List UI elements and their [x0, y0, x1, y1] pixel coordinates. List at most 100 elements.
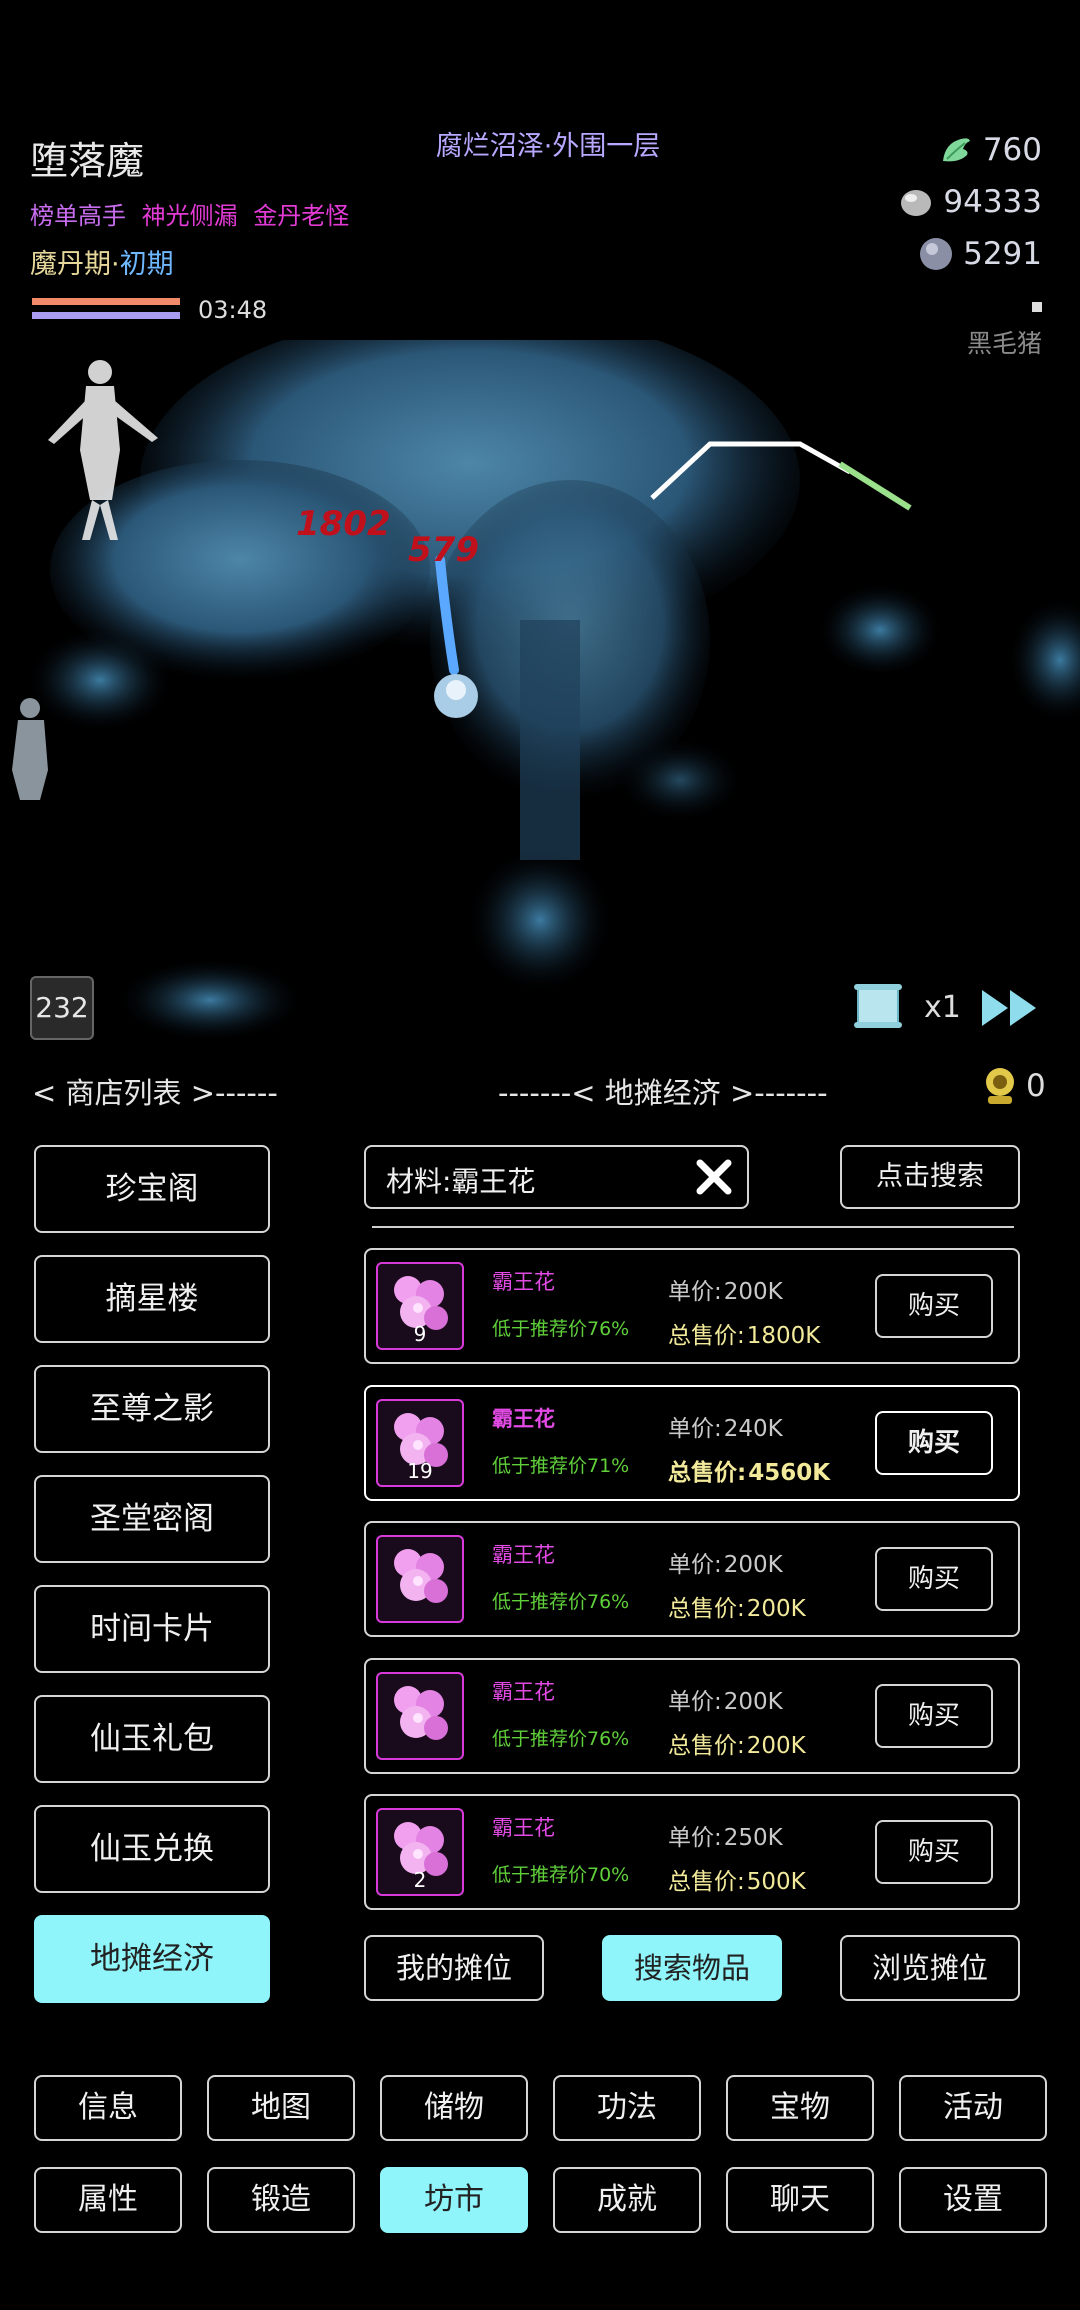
shop-zhizunzhiying[interactable]: 至尊之影 — [34, 1365, 270, 1453]
nav-market[interactable]: 坊市 — [380, 2167, 528, 2233]
shop-list-header: < 商店列表 >------ — [32, 1076, 278, 1110]
item-discount: 低于推荐价71% — [492, 1455, 630, 1477]
item-discount: 低于推荐价76% — [492, 1318, 630, 1340]
buy-button[interactable]: 购买 — [875, 1547, 993, 1611]
search-value[interactable]: 材料:霸王花 — [386, 1160, 535, 1200]
item-name: 霸王花 — [492, 1816, 555, 1840]
total-price-value: 200K — [746, 1596, 806, 1622]
nav-skills[interactable]: 功法 — [553, 2075, 701, 2141]
unit-price: 单价:200K — [668, 1545, 783, 1579]
buy-button[interactable]: 购买 — [875, 1820, 993, 1884]
battlefield[interactable]: 1802 579 — [0, 340, 1080, 1040]
bush — [1010, 600, 1080, 720]
unit-price: 单价:240K — [668, 1409, 783, 1443]
nav-info[interactable]: 信息 — [34, 2075, 182, 2141]
total-price: 总售价:200K — [668, 1726, 806, 1760]
tab-my-stall[interactable]: 我的摊位 — [364, 1935, 544, 2001]
stage-badge[interactable]: 232 — [30, 976, 94, 1040]
speed-multiplier[interactable]: x1 — [924, 990, 961, 1025]
nav-treasure[interactable]: 宝物 — [726, 2075, 874, 2141]
unit-price-value: 200K — [723, 1689, 783, 1715]
total-price-label: 总售价: — [668, 1460, 747, 1486]
swamp-scene — [12, 340, 1080, 1040]
nav-storage[interactable]: 储物 — [380, 2075, 528, 2141]
damage-number: 579 — [408, 530, 479, 570]
item-quantity: 2 — [413, 1868, 427, 1892]
fast-forward-icon[interactable] — [978, 986, 1042, 1030]
listing-row: 霸王花 低于推荐价76% 单价:200K 总售价:200K 购买 — [364, 1658, 1020, 1774]
unit-price-value: 200K — [723, 1552, 783, 1578]
total-price: 总售价:4560K — [668, 1453, 830, 1487]
shop-jade-exchange[interactable]: 仙玉兑换 — [34, 1805, 270, 1893]
total-price-label: 总售价: — [668, 1323, 745, 1349]
total-price-value: 4560K — [748, 1460, 831, 1486]
search-button[interactable]: 点击搜索 — [840, 1145, 1020, 1209]
total-price-label: 总售价: — [668, 1869, 745, 1895]
total-price: 总售价:1800K — [668, 1316, 820, 1350]
resource-value: 5291 — [963, 236, 1042, 272]
realm-separator: · — [111, 249, 120, 280]
unit-price-value: 250K — [723, 1825, 783, 1851]
unit-price-value: 240K — [723, 1416, 783, 1442]
unit-price-label: 单价: — [668, 1825, 722, 1851]
listing-row: 9 霸王花低于推荐价76% 单价:200K 总售价:1800K 购买 — [364, 1248, 1020, 1364]
item-quantity: 19 — [407, 1459, 433, 1483]
damage-number: 1802 — [296, 504, 391, 544]
flower-item-icon[interactable] — [376, 1535, 464, 1623]
unit-price-label: 单价: — [668, 1416, 722, 1442]
divider — [372, 1226, 1014, 1228]
unit-price: 单价:200K — [668, 1682, 783, 1716]
resource-value: 760 — [982, 132, 1042, 168]
buy-button[interactable]: 购买 — [875, 1684, 993, 1748]
shop-time-cards[interactable]: 时间卡片 — [34, 1585, 270, 1673]
listing-row: 2 霸王花低于推荐价70% 单价:250K 总售价:500K 购买 — [364, 1794, 1020, 1910]
resource-silver: 94333 — [899, 184, 1042, 220]
mp-bar — [32, 312, 180, 319]
item-discount: 低于推荐价70% — [492, 1864, 630, 1886]
total-price-value: 500K — [746, 1869, 806, 1895]
bush — [820, 585, 940, 675]
tree-trunk — [520, 620, 580, 860]
title-badge: 神光侧漏 — [141, 202, 238, 230]
nav-chat[interactable]: 聊天 — [726, 2167, 874, 2233]
shop-stall-economy[interactable]: 地摊经济 — [34, 1915, 270, 2003]
shop-zhenbaoge[interactable]: 珍宝阁 — [34, 1145, 270, 1233]
scroll-icon[interactable] — [852, 982, 904, 1030]
shop-jade-pack[interactable]: 仙玉礼包 — [34, 1695, 270, 1783]
unit-price-value: 200K — [723, 1279, 783, 1305]
realm-level: 初期 — [119, 249, 174, 280]
unit-price-label: 单价: — [668, 1552, 722, 1578]
unit-price-label: 单价: — [668, 1279, 722, 1305]
search-input[interactable]: 材料:霸王花 — [364, 1145, 749, 1209]
flower-item-icon[interactable]: 2 — [376, 1808, 464, 1896]
title-badge: 金丹老怪 — [253, 202, 350, 230]
ticket-icon — [986, 1068, 1014, 1104]
buy-button[interactable]: 购买 — [875, 1274, 993, 1338]
flower-icon — [394, 1549, 448, 1603]
nav-map[interactable]: 地图 — [207, 2075, 355, 2141]
cultivation-realm: 魔丹期·初期 — [30, 242, 174, 281]
nav-forge[interactable]: 锻造 — [207, 2167, 355, 2233]
bush — [120, 960, 300, 1040]
clear-icon[interactable] — [692, 1155, 736, 1199]
item-name: 霸王花 — [492, 1407, 555, 1431]
shop-zhaixinglou[interactable]: 摘星楼 — [34, 1255, 270, 1343]
flower-item-icon[interactable]: 9 — [376, 1262, 464, 1350]
nav-events[interactable]: 活动 — [899, 2075, 1047, 2141]
flower-item-icon[interactable] — [376, 1672, 464, 1760]
nav-attributes[interactable]: 属性 — [34, 2167, 182, 2233]
tab-browse-stalls[interactable]: 浏览摊位 — [840, 1935, 1020, 2001]
shop-shengtangmige[interactable]: 圣堂密阁 — [34, 1475, 270, 1563]
total-price-value: 200K — [746, 1733, 806, 1759]
ticket-count: 0 — [1026, 1068, 1046, 1104]
skeleton-enemy — [12, 698, 48, 800]
flower-item-icon[interactable]: 19 — [376, 1399, 464, 1487]
item-name: 霸王花 — [492, 1543, 555, 1567]
tab-search-items[interactable]: 搜索物品 — [602, 1935, 782, 2001]
spirit-orb-icon — [920, 238, 953, 270]
nav-settings[interactable]: 设置 — [899, 2167, 1047, 2233]
nav-achievements[interactable]: 成就 — [553, 2167, 701, 2233]
item-name: 霸王花 — [492, 1270, 555, 1294]
buy-button[interactable]: 购买 — [875, 1411, 993, 1475]
title-badge: 榜单高手 — [30, 202, 126, 230]
